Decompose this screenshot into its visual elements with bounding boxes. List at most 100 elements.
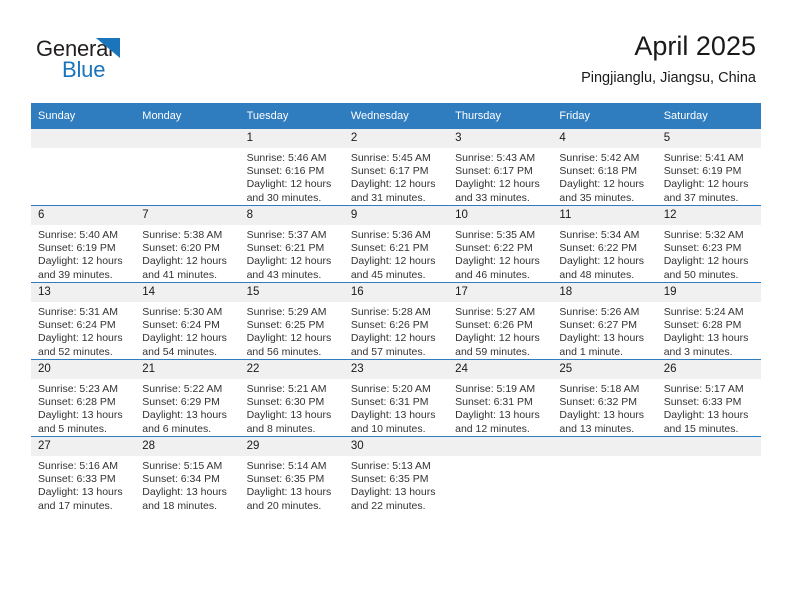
sunset-text: Sunset: 6:22 PM: [559, 242, 638, 255]
daylight-text-line1: Daylight: 13 hours: [350, 409, 436, 422]
day-number: 21: [135, 360, 240, 379]
day-cell[interactable]: 7 Sunrise: 5:38 AM Sunset: 6:20 PM Dayli…: [135, 205, 240, 283]
day-cell[interactable]: 22 Sunrise: 5:21 AM Sunset: 6:30 PM Dayl…: [239, 359, 344, 437]
day-cell[interactable]: [656, 436, 761, 513]
day-cell[interactable]: 4 Sunrise: 5:42 AM Sunset: 6:18 PM Dayli…: [552, 129, 657, 206]
day-cell[interactable]: 13 Sunrise: 5:31 AM Sunset: 6:24 PM Dayl…: [31, 282, 136, 360]
weekday-header-wednesday: Wednesday: [343, 103, 449, 129]
day-cell[interactable]: [135, 129, 240, 206]
day-number: 4: [552, 129, 657, 148]
day-cell[interactable]: 30 Sunrise: 5:13 AM Sunset: 6:35 PM Dayl…: [343, 436, 449, 513]
logo-triangle-icon: [96, 38, 120, 58]
day-details: Sunrise: 5:45 AM Sunset: 6:17 PM Dayligh…: [344, 148, 448, 205]
day-cell[interactable]: 11 Sunrise: 5:34 AM Sunset: 6:22 PM Dayl…: [552, 205, 657, 283]
day-cell[interactable]: 2 Sunrise: 5:45 AM Sunset: 6:17 PM Dayli…: [343, 129, 449, 206]
weekday-header-friday: Friday: [552, 103, 657, 129]
day-number: [31, 129, 136, 148]
day-cell[interactable]: 19 Sunrise: 5:24 AM Sunset: 6:28 PM Dayl…: [656, 282, 761, 360]
day-details: [448, 456, 552, 460]
daylight-text-line2: and 43 minutes.: [246, 268, 322, 281]
day-cell[interactable]: [31, 129, 136, 206]
day-cell[interactable]: 12 Sunrise: 5:32 AM Sunset: 6:23 PM Dayl…: [656, 205, 761, 283]
day-cell[interactable]: 1 Sunrise: 5:46 AM Sunset: 6:16 PM Dayli…: [239, 129, 344, 206]
daylight-text-line2: and 46 minutes.: [455, 268, 530, 281]
day-cell[interactable]: 27 Sunrise: 5:16 AM Sunset: 6:33 PM Dayl…: [31, 436, 136, 513]
day-details: Sunrise: 5:27 AM Sunset: 6:26 PM Dayligh…: [448, 302, 552, 359]
daylight-text-line2: and 6 minutes.: [142, 422, 212, 435]
day-cell[interactable]: 9 Sunrise: 5:36 AM Sunset: 6:21 PM Dayli…: [343, 205, 449, 283]
day-number: 16: [343, 283, 449, 302]
sunset-text: Sunset: 6:24 PM: [38, 319, 116, 332]
logo-text-blue: Blue: [62, 57, 106, 82]
week-row: 1 Sunrise: 5:46 AM Sunset: 6:16 PM Dayli…: [31, 129, 761, 206]
day-cell[interactable]: 8 Sunrise: 5:37 AM Sunset: 6:21 PM Dayli…: [239, 205, 344, 283]
sunset-text: Sunset: 6:35 PM: [246, 473, 325, 486]
daylight-text-line2: and 56 minutes.: [246, 345, 322, 358]
day-cell[interactable]: 14 Sunrise: 5:30 AM Sunset: 6:24 PM Dayl…: [135, 282, 240, 360]
sunrise-text: Sunrise: 5:27 AM: [455, 306, 536, 318]
day-cell[interactable]: 3 Sunrise: 5:43 AM Sunset: 6:17 PM Dayli…: [448, 129, 553, 206]
day-cell[interactable]: 16 Sunrise: 5:28 AM Sunset: 6:26 PM Dayl…: [343, 282, 449, 360]
day-details: Sunrise: 5:46 AM Sunset: 6:16 PM Dayligh…: [240, 148, 344, 205]
sunset-text: Sunset: 6:20 PM: [142, 242, 220, 255]
day-cell[interactable]: 18 Sunrise: 5:26 AM Sunset: 6:27 PM Dayl…: [552, 282, 657, 360]
daylight-text-line2: and 5 minutes.: [38, 422, 107, 435]
day-details: [657, 456, 761, 460]
day-details: Sunrise: 5:13 AM Sunset: 6:35 PM Dayligh…: [344, 456, 448, 513]
day-details: Sunrise: 5:26 AM Sunset: 6:27 PM Dayligh…: [552, 302, 656, 359]
sunrise-text: Sunrise: 5:38 AM: [142, 229, 223, 241]
location-subtitle: Pingjianglu, Jiangsu, China: [581, 70, 756, 86]
day-number: 30: [343, 437, 449, 456]
day-cell[interactable]: 28 Sunrise: 5:15 AM Sunset: 6:34 PM Dayl…: [135, 436, 240, 513]
week-row: 20 Sunrise: 5:23 AM Sunset: 6:28 PM Dayl…: [31, 359, 761, 437]
day-cell[interactable]: 23 Sunrise: 5:20 AM Sunset: 6:31 PM Dayl…: [343, 359, 449, 437]
daylight-text-line2: and 13 minutes.: [559, 422, 635, 435]
daylight-text-line2: and 15 minutes.: [663, 422, 739, 435]
sunrise-text: Sunrise: 5:42 AM: [559, 152, 640, 164]
sunrise-text: Sunrise: 5:16 AM: [38, 460, 118, 472]
day-details: Sunrise: 5:32 AM Sunset: 6:23 PM Dayligh…: [657, 225, 761, 282]
daylight-text-line2: and 30 minutes.: [246, 191, 322, 204]
day-cell[interactable]: 15 Sunrise: 5:29 AM Sunset: 6:25 PM Dayl…: [239, 282, 344, 360]
day-number: 7: [135, 206, 240, 225]
day-cell[interactable]: 26 Sunrise: 5:17 AM Sunset: 6:33 PM Dayl…: [656, 359, 761, 437]
sunset-text: Sunset: 6:33 PM: [38, 473, 116, 486]
day-number: 2: [343, 129, 449, 148]
day-cell[interactable]: [448, 436, 553, 513]
day-details: Sunrise: 5:34 AM Sunset: 6:22 PM Dayligh…: [552, 225, 656, 282]
day-details: Sunrise: 5:30 AM Sunset: 6:24 PM Dayligh…: [135, 302, 239, 359]
day-cell[interactable]: 10 Sunrise: 5:35 AM Sunset: 6:22 PM Dayl…: [448, 205, 553, 283]
daylight-text-line1: Daylight: 12 hours: [246, 178, 332, 191]
sunset-text: Sunset: 6:21 PM: [350, 242, 429, 255]
day-details: [552, 456, 656, 460]
day-cell[interactable]: 25 Sunrise: 5:18 AM Sunset: 6:32 PM Dayl…: [552, 359, 657, 437]
day-number: 3: [448, 129, 553, 148]
day-number: 9: [343, 206, 449, 225]
day-cell[interactable]: 17 Sunrise: 5:27 AM Sunset: 6:26 PM Dayl…: [448, 282, 553, 360]
daylight-text-line2: and 45 minutes.: [350, 268, 426, 281]
sunrise-text: Sunrise: 5:34 AM: [559, 229, 640, 241]
sunset-text: Sunset: 6:18 PM: [559, 165, 638, 178]
day-cell[interactable]: 20 Sunrise: 5:23 AM Sunset: 6:28 PM Dayl…: [31, 359, 136, 437]
day-cell[interactable]: [552, 436, 657, 513]
day-details: Sunrise: 5:16 AM Sunset: 6:33 PM Dayligh…: [31, 456, 135, 513]
day-cell[interactable]: 29 Sunrise: 5:14 AM Sunset: 6:35 PM Dayl…: [239, 436, 344, 513]
day-cell[interactable]: 6 Sunrise: 5:40 AM Sunset: 6:19 PM Dayli…: [31, 205, 136, 283]
daylight-text-line2: and 59 minutes.: [455, 345, 530, 358]
day-cell[interactable]: 21 Sunrise: 5:22 AM Sunset: 6:29 PM Dayl…: [135, 359, 240, 437]
daylight-text-line2: and 33 minutes.: [455, 191, 530, 204]
sunrise-text: Sunrise: 5:23 AM: [38, 383, 118, 395]
page-header: General Blue April 2025 Pingjianglu, Jia…: [0, 0, 792, 103]
weekday-header-sunday: Sunday: [31, 103, 136, 129]
daylight-text-line2: and 54 minutes.: [142, 345, 217, 358]
sunset-text: Sunset: 6:31 PM: [455, 396, 533, 409]
sunset-text: Sunset: 6:22 PM: [455, 242, 533, 255]
general-blue-logo[interactable]: General Blue: [36, 36, 216, 84]
daylight-text-line1: Daylight: 12 hours: [559, 178, 645, 191]
page-title: April 2025: [634, 31, 756, 61]
day-cell[interactable]: 5 Sunrise: 5:41 AM Sunset: 6:19 PM Dayli…: [656, 129, 761, 206]
sunrise-text: Sunrise: 5:31 AM: [38, 306, 118, 318]
daylight-text-line1: Daylight: 12 hours: [350, 178, 436, 191]
daylight-text-line1: Daylight: 12 hours: [246, 255, 332, 268]
day-cell[interactable]: 24 Sunrise: 5:19 AM Sunset: 6:31 PM Dayl…: [448, 359, 553, 437]
